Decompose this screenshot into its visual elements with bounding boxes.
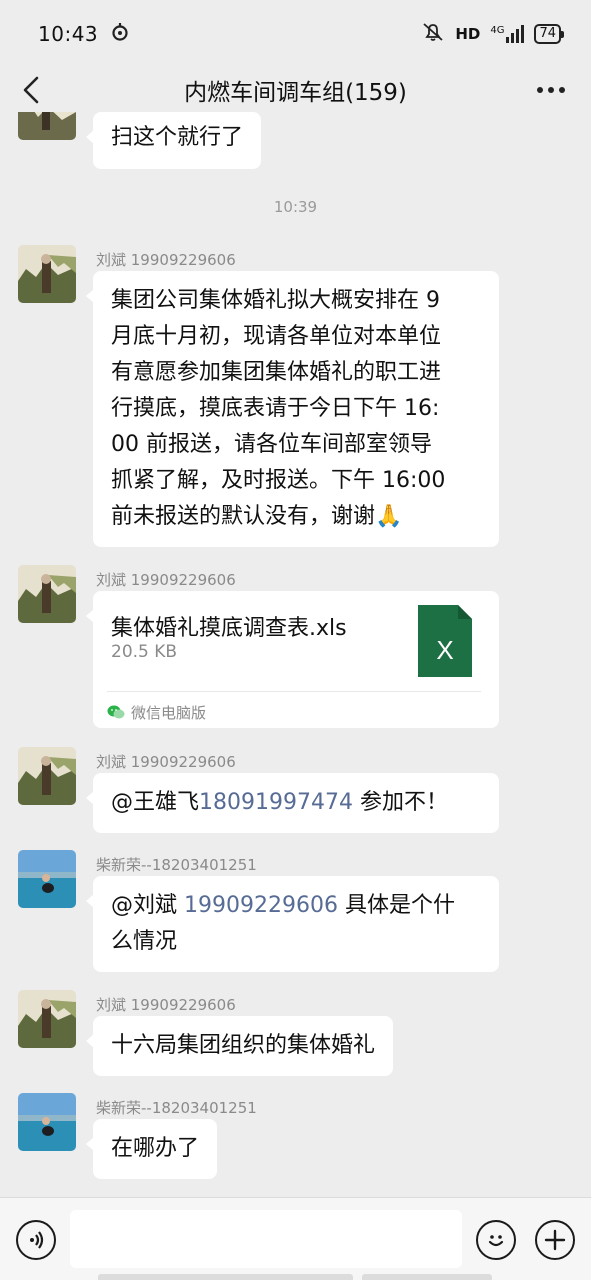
message-text: 扫这个就行了 xyxy=(111,125,244,150)
status-bar: 10:43 HD 4G 74 xyxy=(0,0,591,68)
message-text: 在哪办了 xyxy=(111,1136,200,1161)
phone-link[interactable]: 19909229606 xyxy=(184,893,338,918)
excel-file-icon: X xyxy=(418,605,472,677)
message-bubble[interactable]: 扫这个就行了 xyxy=(85,112,262,169)
chat-message-list[interactable]: 扫这个就行了 10:39 刘斌 19909229606 集团公司集体婚礼拟大概安… xyxy=(0,112,591,1197)
chat-title: 内燃车间调车组(159) xyxy=(184,80,407,106)
file-message-card[interactable]: 集体婚礼摸底调查表.xls 20.5 KB X 微信电脑版 xyxy=(86,591,499,728)
mention: @王雄飞 xyxy=(111,790,200,815)
avatar[interactable] xyxy=(18,747,76,805)
plus-icon xyxy=(544,1229,566,1251)
smiley-icon xyxy=(488,1235,504,1247)
message-line: 么情况 xyxy=(111,929,178,954)
file-source-label: 微信电脑版 xyxy=(131,704,207,722)
more-button[interactable] xyxy=(533,74,569,106)
more-dots-icon xyxy=(537,87,565,93)
sender-name: 刘斌 19909229606 xyxy=(96,996,236,1014)
message-line: 抓紧了解，及时报送。下午 16:00 xyxy=(111,468,446,493)
wechat-icon xyxy=(107,705,125,719)
sender-name: 刘斌 19909229606 xyxy=(96,753,236,771)
message-text: 参加不！ xyxy=(352,790,448,815)
avatar[interactable] xyxy=(18,565,76,623)
message-bubble[interactable]: 在哪办了 xyxy=(85,1119,218,1179)
bottom-panel-edge xyxy=(0,1274,591,1280)
sender-name: 刘斌 19909229606 xyxy=(96,251,236,269)
message-line: 集团公司集体婚礼拟大概安排在 9 xyxy=(111,288,440,313)
signal-icon: 4G xyxy=(490,25,525,43)
avatar[interactable] xyxy=(18,990,76,1048)
avatar[interactable] xyxy=(18,245,76,303)
app-notification-icon xyxy=(110,22,130,47)
network-type: 4G xyxy=(490,25,505,36)
message-line: 00 前报送，请各位车间部室领导 xyxy=(111,432,432,457)
excel-file-letter: X xyxy=(436,635,453,665)
file-size: 20.5 KB xyxy=(111,642,178,662)
message-input[interactable] xyxy=(70,1210,462,1268)
message-bubble[interactable]: @刘斌 19909229606 具体是个什 么情况 xyxy=(86,876,499,972)
message-text: 具体是个什 xyxy=(337,893,455,918)
battery-indicator: 74 xyxy=(534,24,564,44)
avatar[interactable] xyxy=(18,1093,76,1151)
time-divider: 10:39 xyxy=(273,198,318,216)
file-source: 微信电脑版 xyxy=(107,702,206,723)
chevron-left-icon xyxy=(23,76,39,104)
message-line: 月底十月初，现请各单位对本单位 xyxy=(111,324,442,349)
message-bubble[interactable]: 集团公司集体婚礼拟大概安排在 9 月底十月初，现请各单位对本单位 有意愿参加集团… xyxy=(86,271,499,547)
phone-link[interactable]: 18091997474 xyxy=(199,790,353,815)
voice-icon xyxy=(30,1231,44,1249)
voice-button[interactable] xyxy=(16,1220,56,1260)
file-card-divider xyxy=(107,691,481,692)
sender-name: 柴新荣--18203401251 xyxy=(96,856,257,874)
mute-bell-icon xyxy=(421,22,445,46)
back-button[interactable] xyxy=(16,72,46,108)
message-text: 十六局集团组织的集体婚礼 xyxy=(111,1033,376,1058)
emoji-button[interactable] xyxy=(476,1220,516,1260)
chat-header: 内燃车间调车组(159) xyxy=(0,68,591,112)
more-functions-button[interactable] xyxy=(535,1220,575,1260)
message-line: 前未报送的默认没有，谢谢 xyxy=(111,504,376,529)
sender-name: 柴新荣--18203401251 xyxy=(96,1099,257,1117)
message-line: 有意愿参加集团集体婚礼的职工进 xyxy=(111,360,442,385)
message-bubble[interactable]: 十六局集团组织的集体婚礼 xyxy=(85,1016,394,1076)
sender-name: 刘斌 19909229606 xyxy=(96,571,236,589)
avatar[interactable] xyxy=(18,850,76,908)
mention: @刘斌 xyxy=(111,893,178,918)
pray-emoji: 🙏 xyxy=(375,504,403,529)
input-bar xyxy=(0,1197,591,1280)
message-line: 行摸底，摸底表请于今日下午 16: xyxy=(111,396,440,421)
avatar[interactable] xyxy=(18,112,76,140)
file-name: 集体婚礼摸底调查表.xls xyxy=(111,616,347,641)
message-bubble[interactable]: @王雄飞18091997474 参加不！ xyxy=(86,773,499,833)
hd-label: HD xyxy=(455,25,481,43)
status-time: 10:43 xyxy=(38,22,99,46)
